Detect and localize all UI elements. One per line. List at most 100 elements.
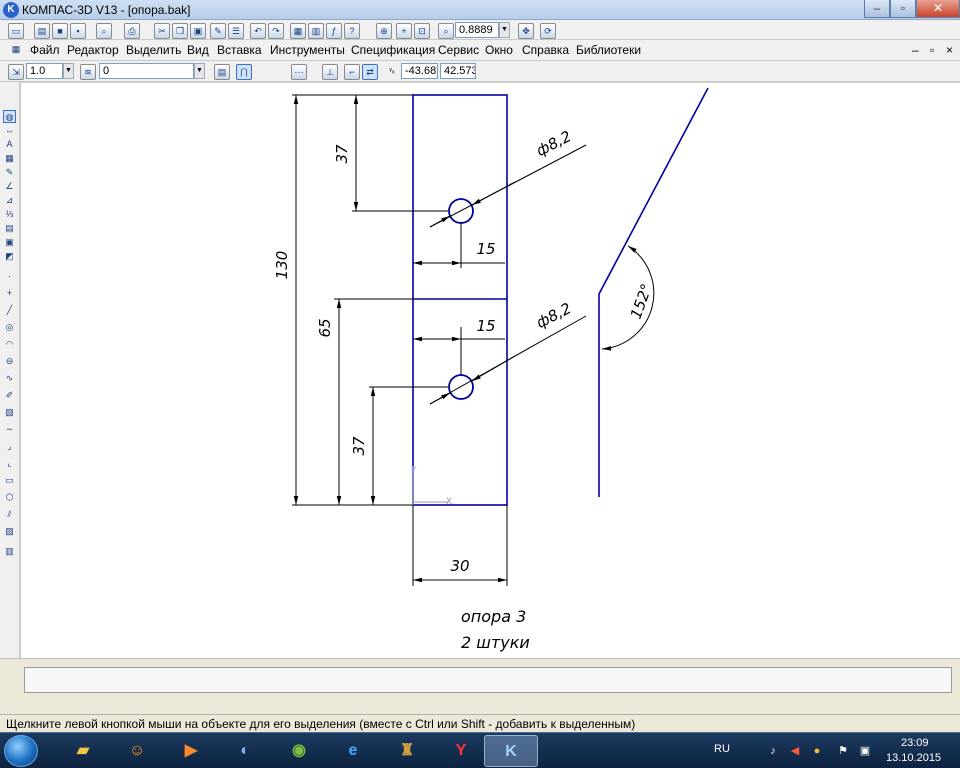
reports-tool-icon[interactable]: ▣ xyxy=(3,236,16,249)
contour-tool-icon[interactable]: ▨ xyxy=(3,525,16,538)
open-folder-icon[interactable]: ▤ xyxy=(34,23,50,39)
parametrization-tool-icon[interactable]: ✎ xyxy=(3,166,16,179)
tray-app-icon[interactable]: ● xyxy=(810,744,824,758)
dim-text-15-upper[interactable]: 15 xyxy=(476,240,495,258)
cut-icon[interactable]: ✂ xyxy=(154,23,170,39)
print-preview-icon[interactable]: ⌕ xyxy=(96,23,112,39)
coord-y-field[interactable]: 42.573 xyxy=(440,63,476,79)
menu-specification[interactable]: Спецификация xyxy=(351,43,435,57)
round-mode-icon[interactable]: ⇄ xyxy=(362,64,378,80)
step-input[interactable]: 1.0 xyxy=(26,63,63,79)
insert-fragments-icon[interactable]: ◩ xyxy=(3,250,16,263)
step-dropdown-arrow-icon[interactable]: ▼ xyxy=(63,63,74,79)
equidistant-tool-icon[interactable]: ⫽ xyxy=(3,508,16,521)
associative-views-icon[interactable]: ⅓ xyxy=(3,208,16,221)
bezier-tool-icon[interactable]: ∼ xyxy=(3,423,16,436)
specification-tool-icon[interactable]: ▤ xyxy=(3,222,16,235)
point-tool-icon[interactable]: · xyxy=(3,270,16,283)
arc-tool-icon[interactable]: ◠ xyxy=(3,338,16,351)
zoom-scale-input[interactable]: 0.8889 xyxy=(455,22,499,38)
rectangle-tool-icon[interactable]: ▭ xyxy=(3,474,16,487)
pan-icon[interactable]: ✥ xyxy=(518,23,534,39)
drawing-svg[interactable]: 130 37 ф8,2 15 65 15 ф8,2 37 30 152° Y X… xyxy=(21,83,960,658)
zoom-in-icon[interactable]: + xyxy=(396,23,412,39)
manager-icon[interactable]: ▦ xyxy=(290,23,306,39)
fillet-tool-icon[interactable]: ⌞ xyxy=(3,457,16,470)
menu-view[interactable]: Вид xyxy=(187,43,209,57)
drawing-canvas[interactable]: 130 37 ф8,2 15 65 15 ф8,2 37 30 152° Y X… xyxy=(21,83,960,658)
variables-icon[interactable]: ƒ xyxy=(326,23,342,39)
dim-text-angle[interactable]: 152° xyxy=(627,281,656,321)
copy-icon[interactable]: ❐ xyxy=(172,23,188,39)
coord-x-field[interactable]: -43.68 xyxy=(401,63,438,79)
snap-magnet-icon[interactable]: ⋂ xyxy=(236,64,252,80)
part-outline[interactable] xyxy=(412,94,508,506)
grid-icon[interactable]: ⋯ xyxy=(291,64,307,80)
dim-text-30[interactable]: 30 xyxy=(450,557,469,575)
doc-restore-button[interactable]: ▫ xyxy=(930,43,934,57)
menu-select[interactable]: Выделить xyxy=(126,43,181,57)
paste-icon[interactable]: ▣ xyxy=(190,23,206,39)
dimensions-tool-icon[interactable]: ↔ xyxy=(3,124,16,137)
odnoklassniki-icon[interactable]: ☺ xyxy=(110,735,164,767)
spline-tool-icon[interactable]: ✐ xyxy=(3,389,16,402)
help-pointer-icon[interactable]: ? xyxy=(344,23,360,39)
network-icon[interactable]: ▣ xyxy=(858,744,872,758)
ellipse-tool-icon[interactable]: ⊖ xyxy=(3,355,16,368)
hatch-tool-icon[interactable]: ▧ xyxy=(3,406,16,419)
local-cs-icon[interactable]: ⊥ xyxy=(322,64,338,80)
maximize-button[interactable]: ▫ xyxy=(890,0,916,18)
clock-date[interactable]: 13.10.2015 xyxy=(886,752,941,764)
document-menu-icon[interactable]: ▦ xyxy=(10,42,22,56)
print-icon[interactable]: ⎙ xyxy=(124,23,140,39)
doc-minimize-button[interactable]: – xyxy=(912,43,919,57)
cursor-step-icon[interactable]: ⇲ xyxy=(8,64,24,80)
menu-window[interactable]: Окно xyxy=(485,43,513,57)
menu-tools[interactable]: Инструменты xyxy=(270,43,345,57)
dim-text-37-upper[interactable]: 37 xyxy=(333,144,351,164)
dim-text-130[interactable]: 130 xyxy=(273,251,291,280)
dim-text-diameter-lower[interactable]: ф8,2 xyxy=(533,299,574,332)
note-line-1[interactable]: опора 3 xyxy=(461,607,526,626)
menu-service[interactable]: Сервис xyxy=(438,43,479,57)
select-tool-icon[interactable]: ⊿ xyxy=(3,194,16,207)
menu-insert[interactable]: Вставка xyxy=(217,43,262,57)
menu-file[interactable]: Файл xyxy=(30,43,60,57)
close-button[interactable]: ✕ xyxy=(916,0,960,18)
ortho-mode-icon[interactable]: ⌐ xyxy=(344,64,360,80)
zoom-scale-icon[interactable]: ⌕ xyxy=(438,23,454,39)
save-icon[interactable]: ■ xyxy=(52,23,68,39)
yandex-browser-icon[interactable]: Y xyxy=(434,735,488,767)
internet-explorer-icon[interactable]: e xyxy=(326,735,380,767)
menu-editor[interactable]: Редактор xyxy=(67,43,119,57)
tree-icon[interactable]: ☰ xyxy=(228,23,244,39)
new-document-icon[interactable]: ▭ xyxy=(8,23,24,39)
properties-panel-icon[interactable]: ▤ xyxy=(214,64,230,80)
zoom-all-icon[interactable]: ⊡ xyxy=(414,23,430,39)
dim-text-65[interactable]: 65 xyxy=(316,318,334,337)
clock-time[interactable]: 23:09 xyxy=(901,737,929,749)
nvidia-icon[interactable]: ◉ xyxy=(272,735,326,767)
file-explorer-icon[interactable]: ▰ xyxy=(56,735,110,767)
layer-input[interactable]: 0 xyxy=(99,63,194,79)
minimize-button[interactable]: – xyxy=(864,0,890,18)
language-indicator[interactable]: RU xyxy=(714,743,730,755)
auxiliary-line-icon[interactable]: + xyxy=(3,287,16,300)
close-document-icon[interactable]: ▪ xyxy=(70,23,86,39)
continuous-input-icon[interactable]: ∿ xyxy=(3,372,16,385)
layers-icon[interactable]: ≋ xyxy=(80,64,96,80)
layer-dropdown-arrow-icon[interactable]: ▼ xyxy=(194,63,205,79)
zoom-window-icon[interactable]: ⊕ xyxy=(376,23,392,39)
dim-text-15-lower[interactable]: 15 xyxy=(476,317,495,335)
kompas-app-icon[interactable]: K xyxy=(3,2,19,18)
collection-tool-icon[interactable]: ▥ xyxy=(3,545,16,558)
flag-icon[interactable]: ⚑ xyxy=(836,744,850,758)
note-line-2[interactable]: 2 штуки xyxy=(461,633,530,652)
redo-icon[interactable]: ↷ xyxy=(268,23,284,39)
edit-tool-icon[interactable]: ▦ xyxy=(3,152,16,165)
geometry-tool-icon[interactable]: ◍ xyxy=(3,110,16,123)
volume-muted-icon[interactable]: ◀ xyxy=(788,744,802,758)
refresh-icon[interactable]: ⟳ xyxy=(540,23,556,39)
chamfer-tool-icon[interactable]: ⌟ xyxy=(3,440,16,453)
start-button[interactable] xyxy=(4,735,38,767)
